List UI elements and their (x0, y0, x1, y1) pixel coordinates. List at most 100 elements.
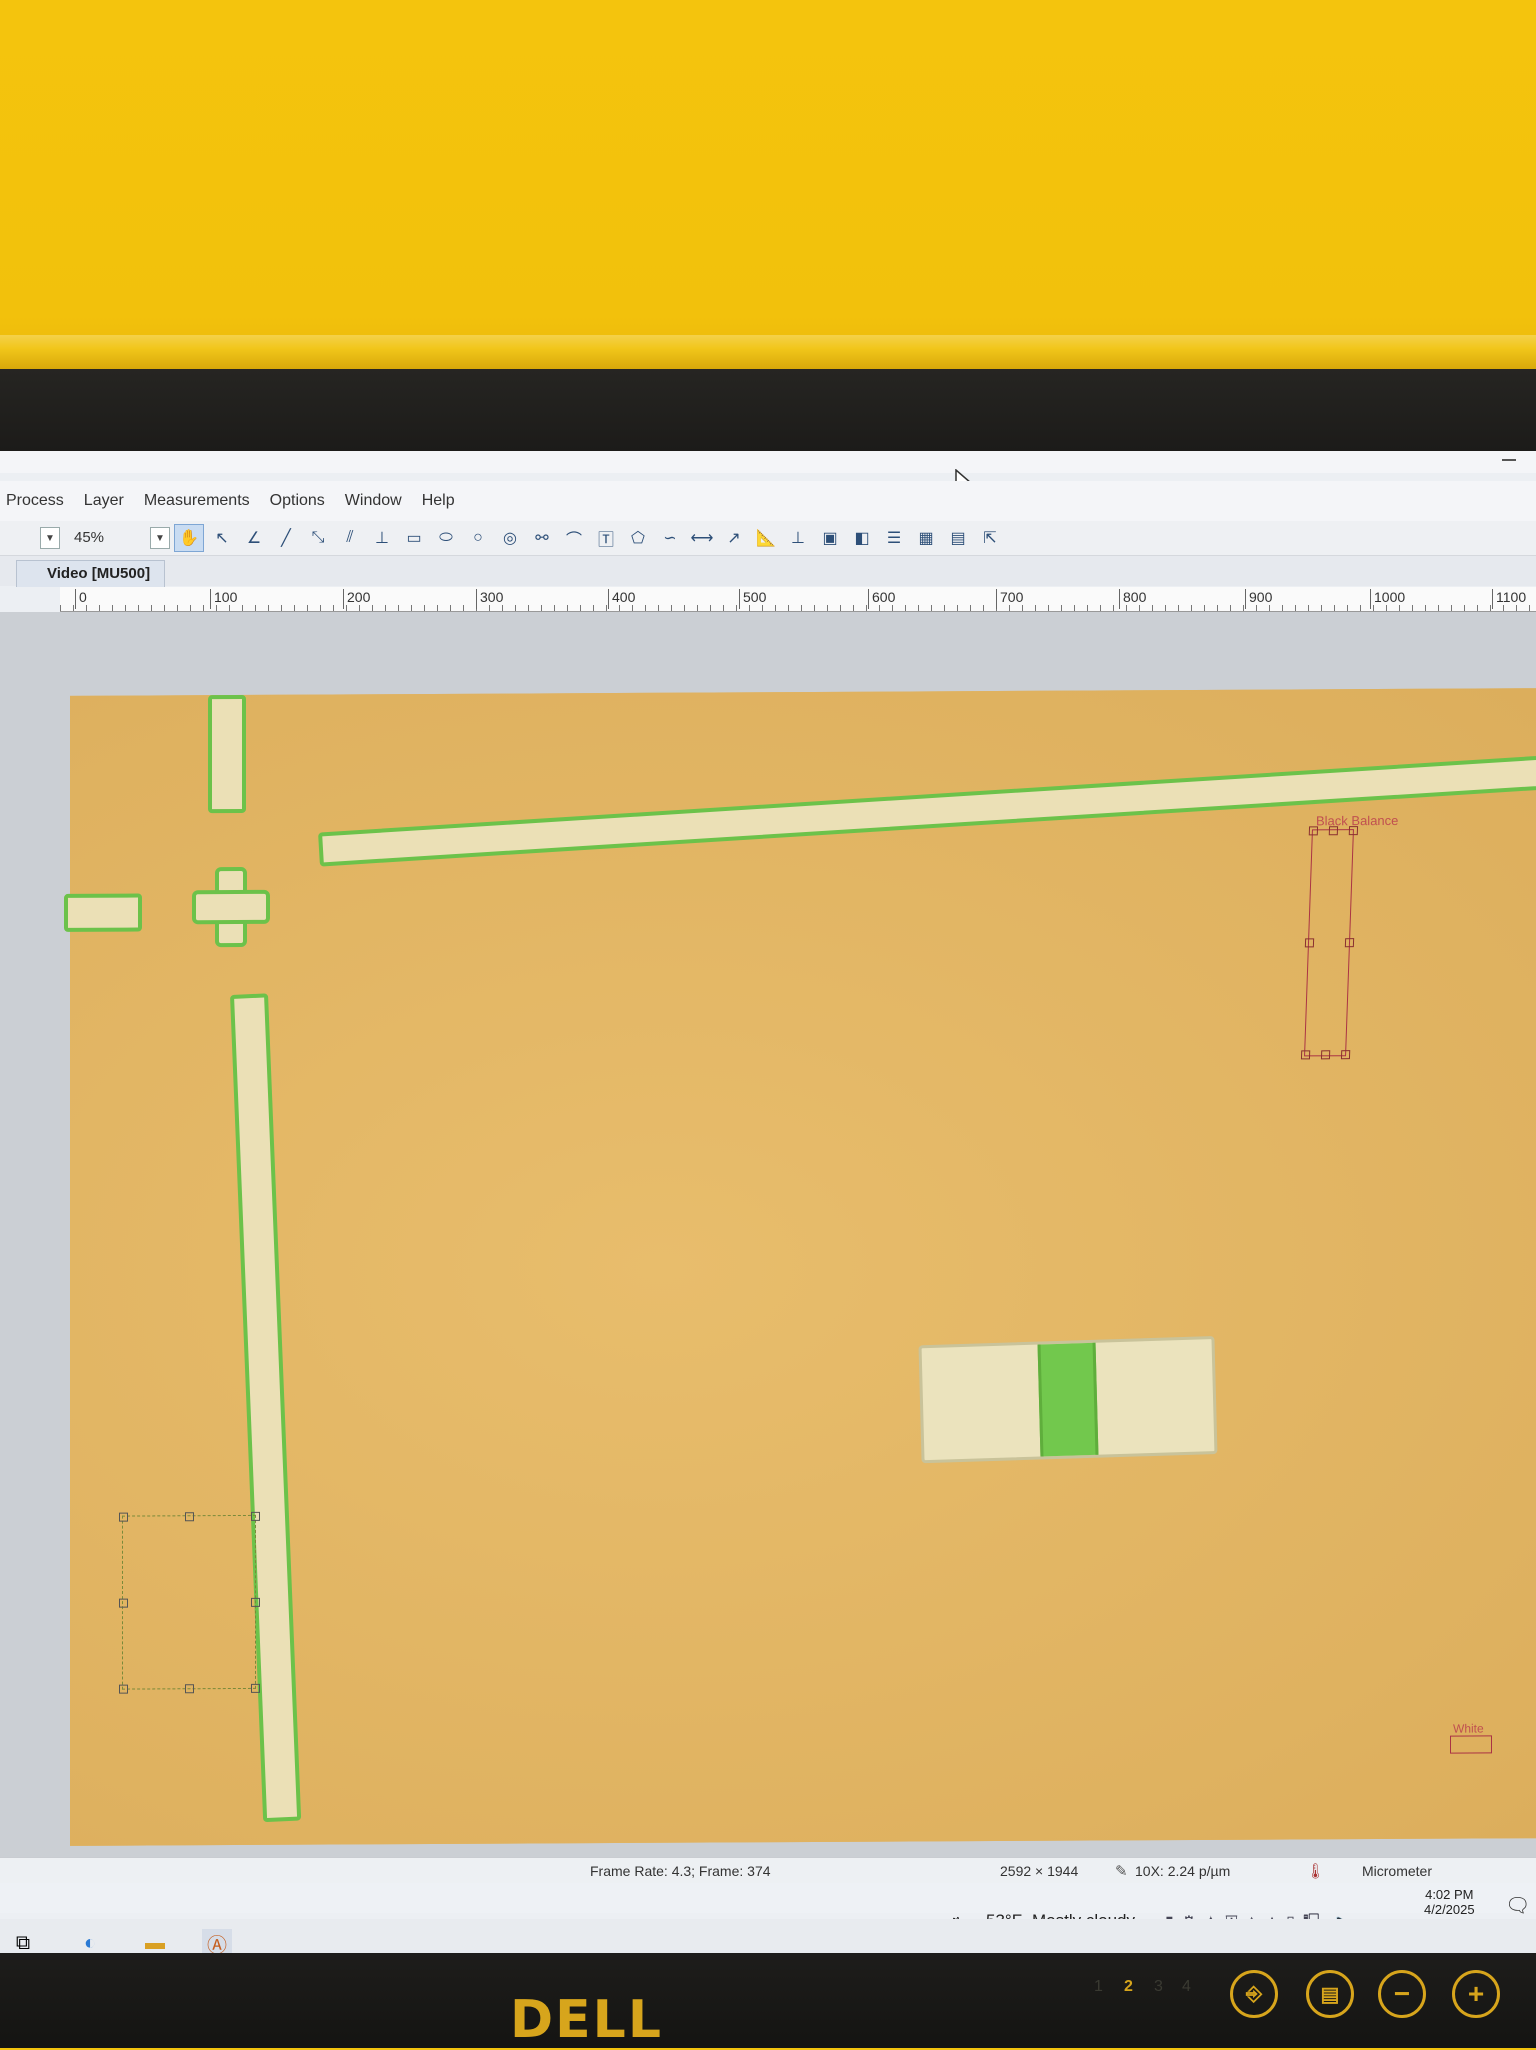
polygon-tool-icon[interactable]: ⬠ (624, 525, 652, 551)
plus-button-icon[interactable]: + (1452, 1970, 1500, 2018)
test-feature (918, 1336, 1218, 1464)
pan-hand-icon[interactable]: ✋ (174, 524, 204, 552)
roi-handle[interactable] (1320, 1050, 1331, 1060)
file-explorer-icon[interactable]: ▬ (140, 1929, 170, 1954)
notification-icon[interactable]: 🗨 (1505, 1893, 1530, 1918)
pencil-icon: ✎ (1115, 1863, 1128, 1880)
concentric-circle-icon[interactable]: ◎ (496, 525, 524, 551)
measure-angle-icon[interactable]: 📐 (752, 525, 780, 551)
arrow-tool-icon[interactable]: ↗ (720, 525, 748, 551)
link-tool-icon[interactable]: ⚯ (528, 525, 556, 551)
taskbar-tray-row (0, 1883, 1536, 1913)
roi-handle[interactable] (119, 1598, 128, 1608)
menu-options[interactable]: Options (270, 492, 325, 510)
clock[interactable]: 4:02 PM 4/2/2025 (1424, 1887, 1475, 1917)
menu-window[interactable]: Window (345, 492, 402, 510)
menu-layer[interactable]: Layer (84, 492, 124, 510)
monitor-bezel-bottom (0, 1953, 1536, 2048)
minus-button-icon[interactable]: − (1378, 1970, 1426, 2018)
title-bar (0, 451, 1536, 473)
zoom-dropdown-icon[interactable]: ▼ (150, 527, 170, 549)
select-arrow-icon[interactable]: ↖ (208, 525, 236, 551)
horizontal-ruler: 0 100 200 300 400 500 600 700 800 900 10… (60, 587, 1536, 612)
unit-status[interactable]: Micrometer (1362, 1863, 1432, 1879)
line-tool-icon[interactable]: ╱ (272, 525, 300, 551)
text-tool-icon[interactable]: 🅃 (592, 525, 620, 551)
roi-handle[interactable] (251, 1683, 260, 1693)
ruler-label: 0 (75, 589, 87, 609)
angle-tool-icon[interactable]: ∠ (240, 525, 268, 551)
roi-handle[interactable] (119, 1512, 128, 1522)
roi-handle[interactable] (1300, 1050, 1311, 1060)
report-icon[interactable]: ▤ (944, 525, 972, 551)
wall-edge (0, 335, 1536, 369)
roi-handle[interactable] (185, 1684, 194, 1694)
frame-rate-status: Frame Rate: 4.3; Frame: 374 (590, 1863, 771, 1879)
ruler-label: 100 (210, 589, 237, 609)
polyline-tool-icon[interactable]: ⤡ (304, 525, 332, 551)
roi-white-label: White (1453, 1721, 1484, 1736)
roi-handle[interactable] (1340, 1050, 1351, 1060)
tab-video[interactable]: Video [MU500] (16, 560, 166, 587)
perpendicular-icon[interactable]: ⊥ (368, 525, 396, 551)
table-icon[interactable]: ▦ (912, 525, 940, 551)
input-indicator-4: 4 (1182, 1978, 1191, 1995)
circle-tool-icon[interactable]: ○ (464, 525, 492, 551)
roi-handle[interactable] (1348, 826, 1359, 836)
menu-help[interactable]: Help (422, 492, 455, 510)
zoom-select[interactable]: 45% (60, 527, 144, 549)
ruler-label: 400 (608, 589, 635, 609)
layers-icon[interactable]: ◧ (848, 525, 876, 551)
scale-bar-icon[interactable]: ⟷ (688, 525, 716, 551)
image-viewport[interactable]: Black Balance White (0, 612, 1536, 1897)
ruler-label: 900 (1245, 589, 1272, 609)
input-source-button-icon[interactable]: ⎆ (1230, 1970, 1278, 2018)
input-indicator-1: 1 (1094, 1978, 1103, 1995)
ruler-label: 500 (739, 589, 766, 609)
resolution-status: 2592 × 1944 (1000, 1863, 1079, 1879)
roi-left[interactable] (119, 1511, 260, 1694)
monitor-bezel-top (0, 369, 1536, 451)
ellipse-tool-icon[interactable]: ⬭ (432, 525, 460, 551)
document-tab-bar: Video [MU500] (0, 556, 1536, 587)
edge-browser-icon[interactable]: ◐ (75, 1929, 105, 1954)
input-indicator-3: 3 (1154, 1978, 1163, 1995)
status-bar: Frame Rate: 4.3; Frame: 374 2592 × 1944 … (0, 1857, 1536, 1884)
roi-handle[interactable] (1304, 938, 1315, 948)
microscope-image[interactable]: Black Balance White (64, 688, 1536, 1846)
roi-black-balance[interactable] (1300, 826, 1359, 1060)
pattern-line (64, 893, 142, 932)
roi-handle[interactable] (1344, 938, 1355, 948)
toolbar: ▼ 45% ▼ ✋ ↖ ∠ ╱ ⤡ ⫽ ⊥ ▭ ⬭ ○ ◎ ⚯ ⌒ 🅃 ⬠ ∽ … (0, 521, 1536, 556)
feature-gap (1037, 1342, 1099, 1457)
calibration-icon[interactable]: ▣ (816, 525, 844, 551)
parallel-lines-icon[interactable]: ⫽ (336, 525, 364, 551)
menu-process[interactable]: Process (6, 492, 64, 510)
roi-handle[interactable] (251, 1511, 260, 1521)
chevron-down-icon[interactable]: ▼ (40, 527, 60, 549)
roi-handle[interactable] (1308, 826, 1319, 836)
curve-tool-icon[interactable]: ∽ (656, 525, 684, 551)
minimize-icon[interactable] (1502, 459, 1516, 461)
menu-button-icon[interactable]: ▤ (1306, 1970, 1354, 2018)
imaging-app-icon[interactable]: Ⓐ (202, 1929, 232, 1953)
task-view-icon[interactable]: ⧉ (8, 1929, 38, 1954)
align-icon[interactable]: ☰ (880, 525, 908, 551)
ruler-label: 200 (343, 589, 370, 609)
roi-handle[interactable] (119, 1684, 128, 1694)
roi-handle[interactable] (185, 1512, 194, 1522)
roi-handle[interactable] (251, 1597, 260, 1607)
menu-measurements[interactable]: Measurements (144, 492, 250, 510)
rectangle-tool-icon[interactable]: ▭ (400, 525, 428, 551)
ruler-label: 700 (996, 589, 1023, 609)
ruler-icon[interactable]: ⊥ (784, 525, 812, 551)
thermometer-icon: 🌡 (1306, 1863, 1326, 1880)
roi-handle[interactable] (1328, 826, 1339, 836)
yellow-wall (0, 0, 1536, 372)
roi-white[interactable] (1450, 1735, 1492, 1754)
calibration-status[interactable]: 10X: 2.24 p/µm (1135, 1863, 1230, 1879)
arc-tool-icon[interactable]: ⌒ (560, 525, 588, 551)
pattern-line (208, 694, 246, 814)
clock-time: 4:02 PM (1425, 1887, 1474, 1902)
export-icon[interactable]: ⇱ (976, 525, 1004, 551)
